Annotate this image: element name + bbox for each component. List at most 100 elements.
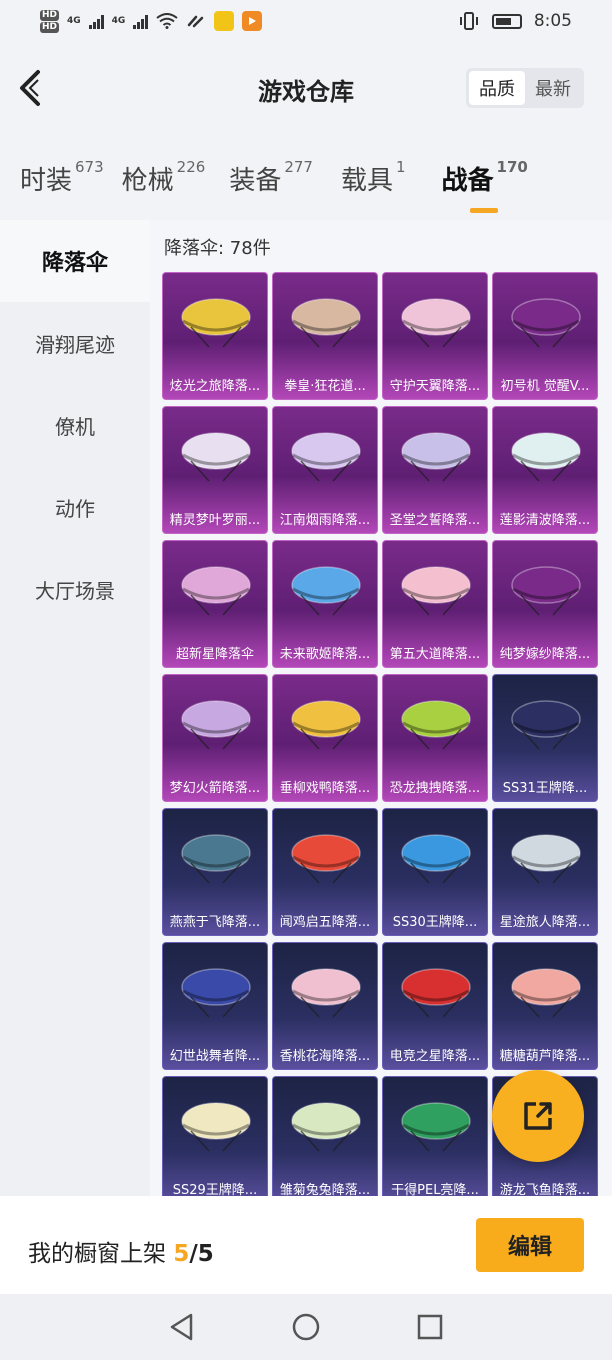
parachute-card[interactable]: 超新星降落伞: [162, 540, 268, 668]
tab-equipment[interactable]: 装备 277: [229, 150, 313, 197]
parachute-icon: [511, 432, 581, 482]
page-header: 游戏仓库 品质 最新: [0, 42, 612, 138]
parachute-icon: [401, 432, 471, 482]
share-button[interactable]: [492, 1070, 584, 1162]
sidebar-item-parachute[interactable]: 降落伞: [0, 220, 150, 302]
sidebar-item-glide-trail[interactable]: 滑翔尾迹: [0, 302, 150, 384]
parachute-name: 精灵梦叶罗丽...: [169, 512, 261, 528]
parachute-card[interactable]: SS29王牌降...: [162, 1076, 268, 1204]
parachute-icon: [401, 1102, 471, 1152]
parachute-name: 初号机 觉醒V...: [500, 378, 590, 394]
parachute-card[interactable]: 江南烟雨降落...: [272, 406, 378, 534]
tab-count: 673: [75, 158, 104, 176]
parachute-icon: [291, 968, 361, 1018]
parachute-name: 拳皇·狂花道...: [284, 378, 366, 394]
tab-guns[interactable]: 枪械 226: [122, 150, 206, 197]
parachute-card[interactable]: 圣堂之誓降落...: [382, 406, 488, 534]
parachute-name: 梦幻火箭降落...: [169, 780, 261, 796]
parachute-icon: [181, 1102, 251, 1152]
tab-count: 226: [176, 158, 206, 176]
tab-tactical[interactable]: 战备 170: [442, 150, 528, 213]
sort-newest-button[interactable]: 最新: [525, 71, 581, 105]
parachute-card[interactable]: 垂柳戏鸭降落...: [272, 674, 378, 802]
tab-fashion[interactable]: 时装 673: [20, 150, 104, 197]
parachute-card[interactable]: 雏菊兔兔降落...: [272, 1076, 378, 1204]
tab-label: 枪械: [121, 166, 174, 196]
nav-back-icon[interactable]: [167, 1312, 197, 1342]
parachute-name: 闻鸡启五降落...: [279, 914, 371, 930]
parachute-icon: [181, 968, 251, 1018]
parachute-card[interactable]: 糖糖葫芦降落...: [492, 942, 598, 1070]
parachute-card[interactable]: SS30王牌降...: [382, 808, 488, 936]
video-app-icon: [242, 11, 263, 31]
item-panel: 降落伞: 78件 炫光之旅降落... 拳皇·狂花道... 守护天翼降落... 初号机 …: [150, 220, 612, 1204]
parachute-icon: [401, 834, 471, 884]
status-left: HD HD 4G 4G: [40, 9, 263, 33]
tab-count: 1: [395, 158, 406, 176]
parachute-card[interactable]: 干得PEL亮降...: [382, 1076, 488, 1204]
nav-recents-icon[interactable]: [415, 1312, 445, 1342]
parachute-name: 圣堂之誓降落...: [389, 512, 481, 528]
parachute-card[interactable]: 香桃花海降落...: [272, 942, 378, 1070]
parachute-name: 炫光之旅降落...: [169, 378, 261, 394]
parachute-card[interactable]: 电竞之星降落...: [382, 942, 488, 1070]
share-icon: [524, 1102, 552, 1130]
parachute-card[interactable]: 燕燕于飞降落...: [162, 808, 268, 936]
parachute-card[interactable]: 精灵梦叶罗丽...: [162, 406, 268, 534]
parachute-card[interactable]: 未来歌姬降落...: [272, 540, 378, 668]
parachute-icon: [181, 298, 251, 348]
showcase-label: 我的橱窗上架: [28, 1241, 166, 1267]
parachute-name: SS30王牌降...: [392, 914, 478, 930]
sort-toggle: 品质 最新: [466, 68, 584, 108]
sidebar-item-wingman[interactable]: 僚机: [0, 384, 150, 466]
parachute-icon: [401, 968, 471, 1018]
parachute-name: 垂柳戏鸭降落...: [279, 780, 371, 796]
parachute-card[interactable]: 梦幻火箭降落...: [162, 674, 268, 802]
system-navbar: [0, 1294, 612, 1360]
parachute-card[interactable]: 守护天翼降落...: [382, 272, 488, 400]
parachute-name: 恐龙拽拽降落...: [389, 780, 481, 796]
parachute-name: 江南烟雨降落...: [279, 512, 371, 528]
parachute-card[interactable]: 初号机 觉醒V...: [492, 272, 598, 400]
parachute-card[interactable]: 纯梦嫁纱降落...: [492, 540, 598, 668]
parachute-card[interactable]: 炫光之旅降落...: [162, 272, 268, 400]
hd-badge-1: HD: [40, 9, 60, 21]
parachute-name: 第五大道降落...: [389, 646, 481, 662]
sidebar-item-emote[interactable]: 动作: [0, 466, 150, 548]
parachute-name: 幻世战舞者降...: [169, 1048, 261, 1064]
parachute-name: 香桃花海降落...: [279, 1048, 371, 1064]
sort-quality-button[interactable]: 品质: [469, 71, 525, 105]
parachute-name: SS31王牌降...: [502, 780, 588, 796]
parachute-card[interactable]: 莲影清波降落...: [492, 406, 598, 534]
parachute-icon: [401, 566, 471, 616]
status-right: 8:05: [458, 11, 572, 31]
parachute-icon: [291, 566, 361, 616]
battery-icon: [491, 13, 522, 29]
tab-count: 277: [284, 158, 313, 176]
active-tab-indicator: [469, 208, 498, 213]
parachute-name: 守护天翼降落...: [389, 378, 481, 394]
edit-button[interactable]: 编辑: [476, 1218, 584, 1272]
tab-label: 装备: [229, 166, 282, 196]
parachute-icon: [511, 298, 581, 348]
link-icon: [188, 15, 204, 28]
parachute-card[interactable]: 闻鸡启五降落...: [272, 808, 378, 936]
parachute-icon: [511, 700, 581, 750]
parachute-icon: [181, 834, 251, 884]
parachute-card[interactable]: 第五大道降落...: [382, 540, 488, 668]
nav-home-icon[interactable]: [291, 1312, 321, 1342]
parachute-icon: [291, 432, 361, 482]
parachute-card[interactable]: 恐龙拽拽降落...: [382, 674, 488, 802]
parachute-card[interactable]: 拳皇·狂花道...: [272, 272, 378, 400]
sidebar-item-lobby-scene[interactable]: 大厅场景: [0, 548, 150, 630]
parachute-icon: [401, 298, 471, 348]
tab-count: 170: [496, 158, 528, 176]
parachute-card[interactable]: SS31王牌降...: [492, 674, 598, 802]
parachute-card[interactable]: 幻世战舞者降...: [162, 942, 268, 1070]
tab-vehicles[interactable]: 载具 1: [341, 150, 406, 197]
parachute-card[interactable]: 星途旅人降落...: [492, 808, 598, 936]
parachute-icon: [181, 432, 251, 482]
showcase-count: 5: [173, 1241, 190, 1267]
tab-label: 时装: [20, 166, 73, 196]
vibrate-icon: [459, 12, 478, 30]
